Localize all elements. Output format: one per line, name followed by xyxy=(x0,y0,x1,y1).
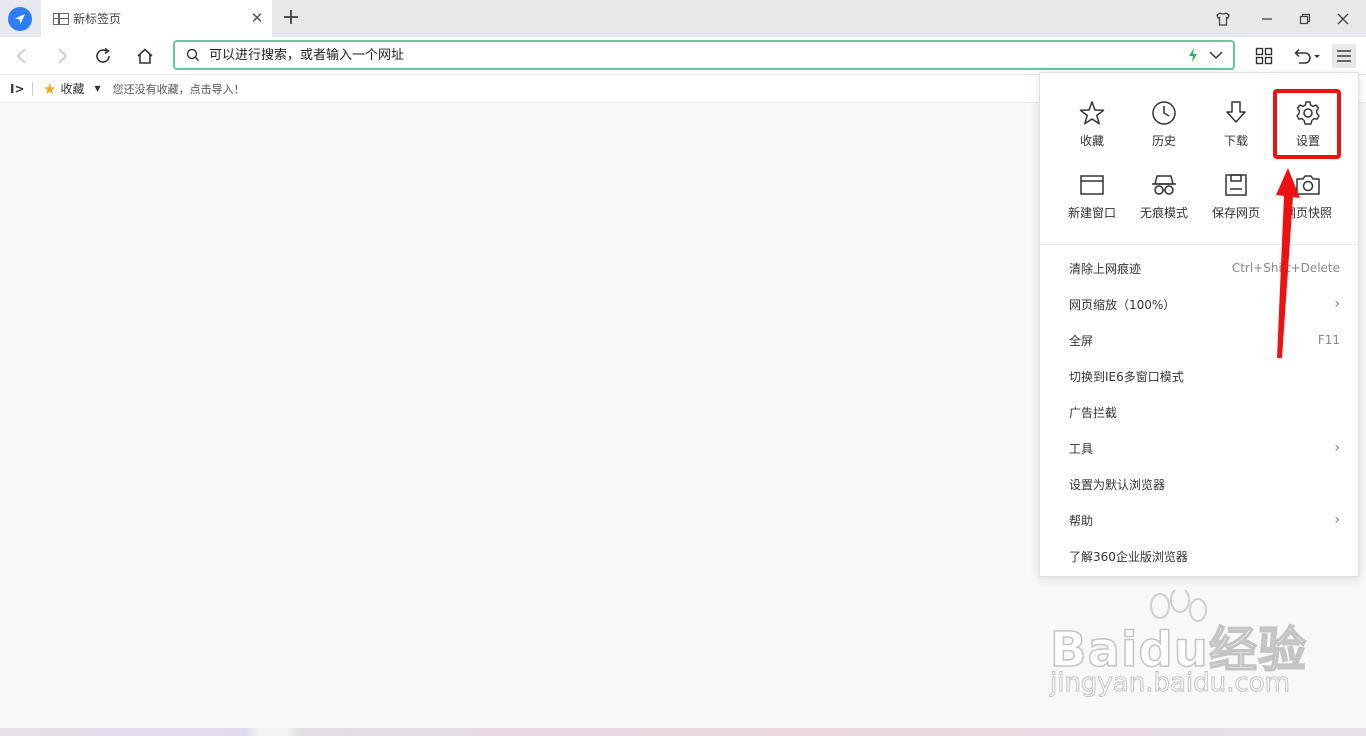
menu-download-button[interactable]: 下载 xyxy=(1200,90,1272,162)
chevron-right-icon: › xyxy=(1334,512,1340,528)
menu-hamburger-icon[interactable] xyxy=(1332,44,1356,68)
search-icon xyxy=(186,48,199,61)
menu-incognito-button[interactable]: 无痕模式 xyxy=(1128,162,1200,234)
red-arrow-annotation xyxy=(1276,168,1300,358)
menu-divider xyxy=(1040,244,1358,245)
clock-icon xyxy=(1152,101,1176,125)
restore-icon[interactable] xyxy=(1294,8,1316,30)
menu-item-ad-block[interactable]: 广告拦截 xyxy=(1040,394,1358,430)
menu-new-window-button[interactable]: 新建窗口 xyxy=(1056,162,1128,234)
shortcut-label: F11 xyxy=(1317,333,1340,347)
watermark-url: jingyan.baidu.com xyxy=(1050,668,1291,699)
favorites-dropdown[interactable]: ★ 收藏 ▼ xyxy=(43,80,101,98)
favorites-label: 收藏 xyxy=(60,82,85,96)
apps-grid-icon[interactable] xyxy=(1252,44,1276,68)
undo-close-tab-icon[interactable] xyxy=(1290,44,1324,68)
bookmarks-divider xyxy=(32,81,33,96)
import-bookmarks-link[interactable]: 您还没有收藏，点击导入！ xyxy=(113,81,245,97)
menu-item-fullscreen[interactable]: 全屏 F11 xyxy=(1040,322,1358,358)
forward-button[interactable] xyxy=(50,44,74,68)
menu-item-about-enterprise[interactable]: 了解360企业版浏览器 xyxy=(1040,538,1358,574)
home-button[interactable] xyxy=(133,44,157,68)
skin-shirt-icon[interactable] xyxy=(1212,8,1234,30)
menu-history-button[interactable]: 历史 xyxy=(1128,90,1200,162)
save-icon xyxy=(1225,174,1247,196)
menu-item-tools[interactable]: 工具 › xyxy=(1040,430,1358,466)
minimize-icon[interactable] xyxy=(1256,8,1278,30)
chevron-right-icon: › xyxy=(1334,440,1340,456)
menu-item-clear-history[interactable]: 清除上网痕迹 Ctrl+Shift+Delete xyxy=(1040,250,1358,286)
tab-title: 新标签页 xyxy=(73,12,122,26)
tab-strip: 新标签页 ✕ + xyxy=(0,0,1366,37)
caret-down-icon: ▼ xyxy=(94,84,101,93)
refresh-button[interactable] xyxy=(91,44,115,68)
address-input[interactable] xyxy=(209,47,1109,63)
menu-item-help[interactable]: 帮助 › xyxy=(1040,502,1358,538)
back-button[interactable] xyxy=(10,44,34,68)
address-bar[interactable] xyxy=(173,40,1235,70)
menu-item-zoom[interactable]: 网页缩放（100%） › xyxy=(1040,286,1358,322)
star-icon xyxy=(1079,101,1105,125)
download-icon xyxy=(1226,101,1246,123)
incognito-icon xyxy=(1152,175,1176,195)
chevron-right-icon: › xyxy=(1334,296,1340,312)
tab-close-icon[interactable]: ✕ xyxy=(250,11,264,26)
navigation-toolbar xyxy=(0,37,1366,75)
chevron-down-icon[interactable] xyxy=(1209,50,1223,60)
star-icon: ★ xyxy=(43,79,57,98)
taskbar-strip xyxy=(0,728,1366,736)
new-tab-button[interactable]: + xyxy=(280,6,302,30)
menu-item-set-default[interactable]: 设置为默认浏览器 xyxy=(1040,466,1358,502)
tab-new-tab[interactable]: 新标签页 ✕ xyxy=(41,0,272,37)
settings-highlight-box xyxy=(1273,89,1341,159)
close-window-icon[interactable] xyxy=(1332,8,1354,30)
menu-favorites-button[interactable]: 收藏 xyxy=(1056,90,1128,162)
window-icon xyxy=(1080,175,1104,195)
menu-item-ie6-mode[interactable]: 切换到IE6多窗口模式 xyxy=(1040,358,1358,394)
grid-icon xyxy=(53,12,69,25)
lightning-icon[interactable] xyxy=(1187,47,1199,63)
browser-logo-icon[interactable] xyxy=(8,7,32,31)
sidebar-toggle-icon[interactable]: I> xyxy=(10,82,25,96)
